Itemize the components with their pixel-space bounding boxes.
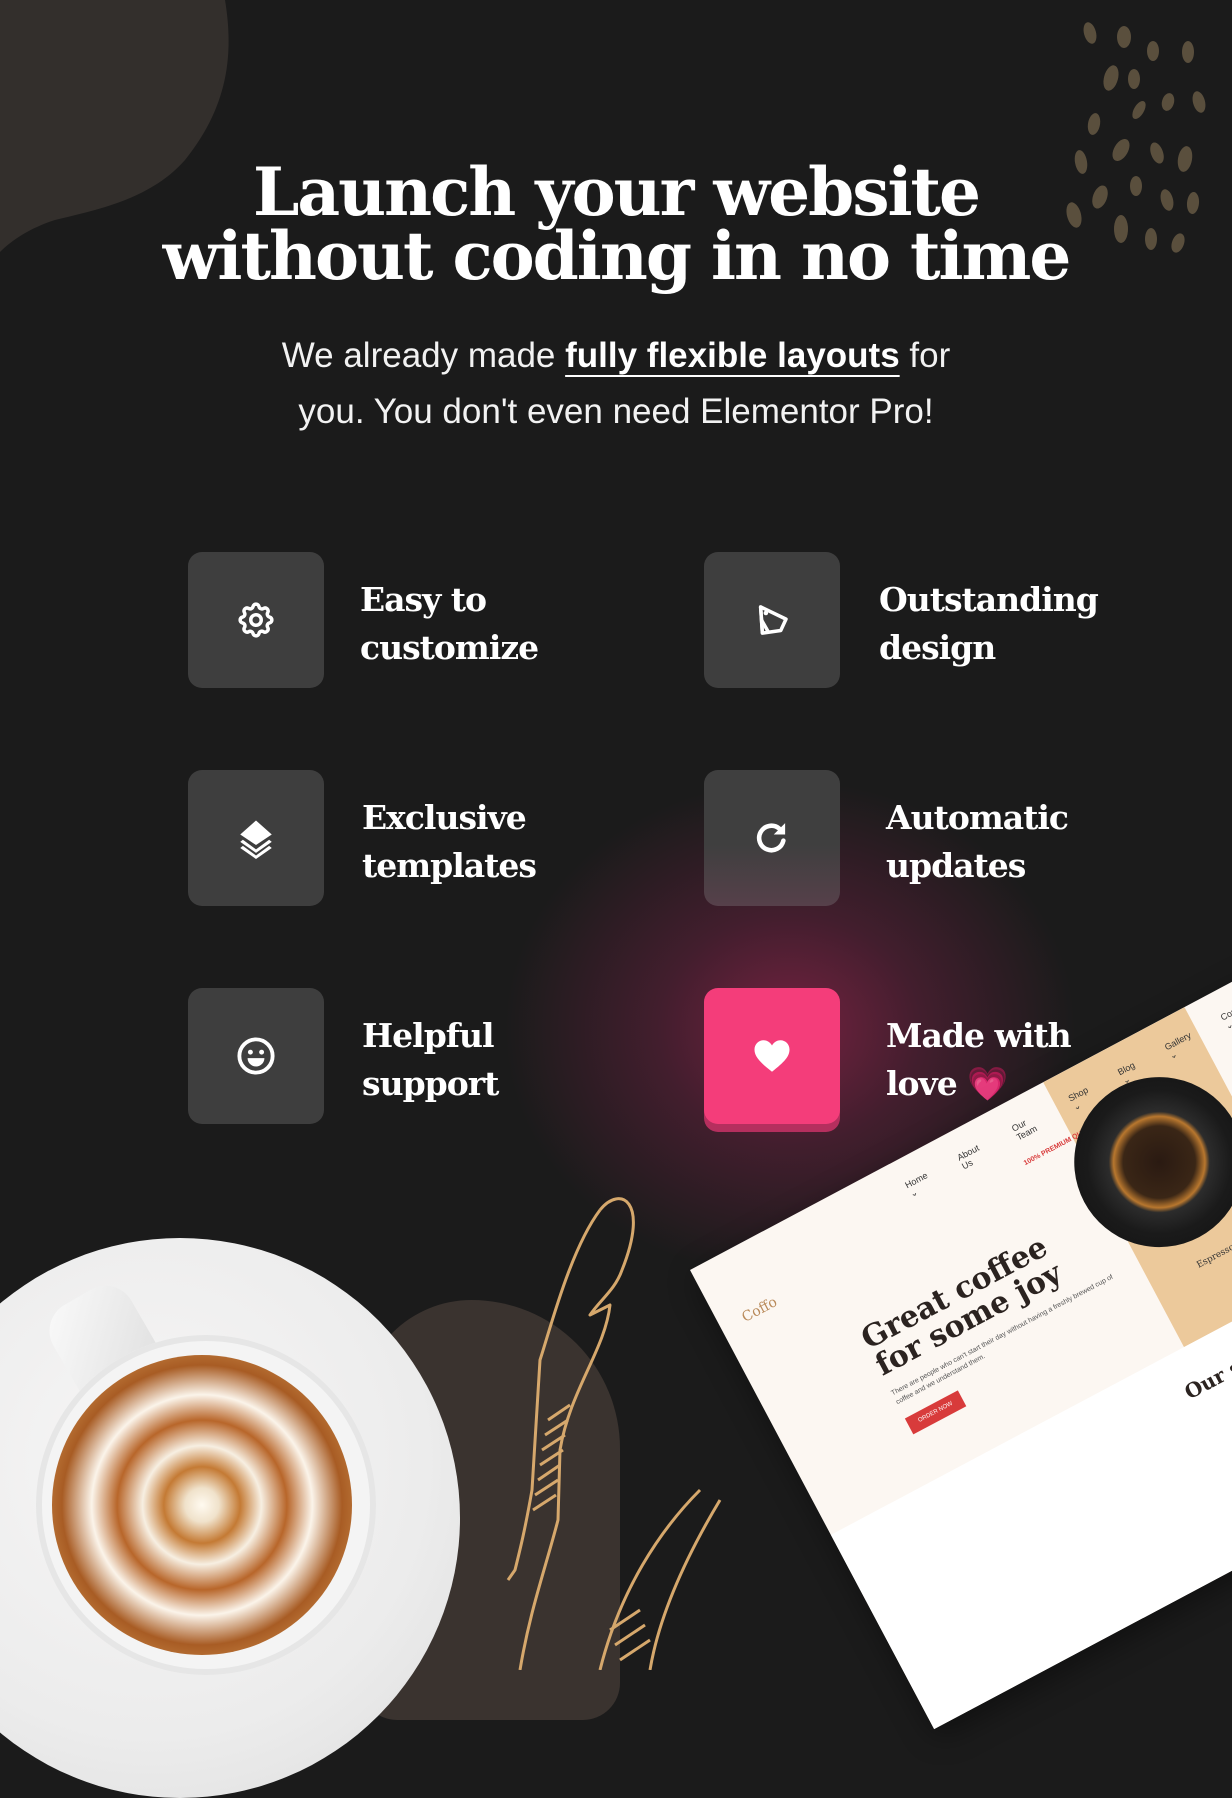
feature-title-line: customize: [360, 628, 539, 667]
mockup-nav-item: Home ⌄: [903, 1170, 930, 1200]
smiley-icon: [237, 1037, 275, 1075]
feature-title: Outstanding design: [879, 576, 1099, 672]
feature-title: Automatic updates: [886, 794, 1069, 890]
page-title: Launch your website without coding in no…: [0, 159, 1232, 289]
mockup-nav-item: About Us: [955, 1142, 981, 1172]
feature-title-line: Easy to: [360, 580, 487, 619]
subtitle: We already made fully flexible layouts f…: [0, 328, 1232, 440]
latte-art: [52, 1355, 352, 1655]
feature-icon-box: [704, 770, 840, 906]
feature-title-line: Outstanding: [879, 580, 1099, 619]
feature-title-line: love 💗: [886, 1064, 1008, 1103]
feature-exclusive-templates: Exclusive templates: [188, 770, 668, 910]
headline-line-2: without coding in no time: [162, 217, 1072, 295]
refresh-icon: [756, 823, 786, 853]
subtitle-highlight-link[interactable]: fully flexible layouts: [565, 336, 900, 375]
feature-title-line: design: [879, 628, 996, 667]
feature-title: Helpful support: [362, 1012, 499, 1108]
feature-icon-box: [188, 770, 324, 906]
feature-helpful-support: Helpful support: [188, 988, 668, 1128]
feature-title-line: Helpful: [362, 1016, 495, 1055]
paint-swatch-icon: [758, 605, 788, 635]
feature-title-line: templates: [362, 846, 537, 885]
subtitle-text: you. You don't even need Elementor Pro!: [298, 392, 934, 431]
feature-title: Easy to customize: [360, 576, 539, 672]
feature-outstanding-design: Outstanding design: [704, 552, 1184, 692]
layers-icon: [240, 820, 272, 859]
mockup-nav-item: Our Team: [1010, 1117, 1039, 1143]
feature-title-line: Made with: [886, 1016, 1072, 1055]
feature-title-line: support: [362, 1064, 499, 1103]
feature-title: Exclusive templates: [362, 794, 537, 890]
feature-title-line: Automatic: [886, 798, 1069, 837]
feature-title-line: Exclusive: [362, 798, 527, 837]
subtitle-text: We already made: [281, 336, 566, 375]
feature-icon-box: [704, 552, 840, 688]
subtitle-text: for: [899, 336, 951, 375]
feature-icon-box: [188, 552, 324, 688]
mockup-nav-item: Contact Us ⌄: [1218, 993, 1232, 1032]
mockup-logo: Coffo: [739, 1294, 780, 1326]
feature-icon-box: [188, 988, 324, 1124]
gear-icon: [238, 602, 274, 638]
feature-easy-to-customize: Easy to customize: [188, 552, 668, 692]
feature-automatic-updates: Automatic updates: [704, 770, 1184, 910]
feature-icon-box-accent: [704, 988, 840, 1124]
feature-title-line: updates: [886, 846, 1026, 885]
heart-icon: [754, 1040, 790, 1072]
